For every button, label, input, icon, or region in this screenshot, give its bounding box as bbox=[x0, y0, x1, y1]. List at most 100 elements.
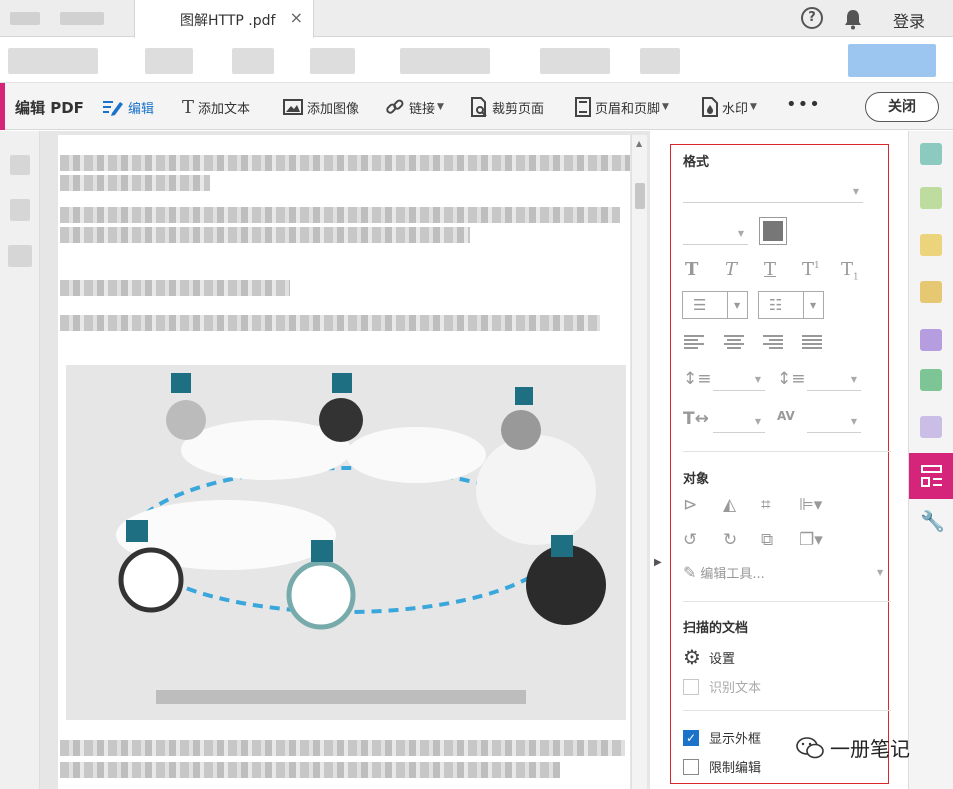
bold-icon[interactable]: T bbox=[685, 259, 698, 280]
add-image-button[interactable]: 添加图像 bbox=[283, 95, 359, 119]
italic-icon[interactable]: T bbox=[725, 259, 737, 280]
flip-vertical-icon[interactable]: ⊳ bbox=[683, 495, 697, 515]
flip-horizontal-icon[interactable]: ◭ bbox=[723, 495, 736, 515]
acrobat-window: 图解HTTP .pdf × ? 登录 编辑 PDF 编辑 T 添加文本 添加图像… bbox=[0, 0, 953, 789]
section-divider bbox=[683, 601, 891, 602]
scroll-up-icon[interactable]: ▲ bbox=[636, 139, 642, 148]
blurred-text-line bbox=[60, 155, 630, 171]
replace-image-icon[interactable]: ⧉ bbox=[761, 530, 773, 550]
superscript-icon[interactable]: T1 bbox=[802, 259, 820, 280]
blurred-nav-icon[interactable] bbox=[10, 155, 30, 175]
align-left-icon[interactable] bbox=[684, 335, 704, 349]
tab-home[interactable] bbox=[0, 0, 134, 37]
tab-document[interactable]: 图解HTTP .pdf × bbox=[134, 0, 314, 38]
blurred-text-line bbox=[60, 280, 290, 296]
rotate-right-icon[interactable]: ↻ bbox=[723, 530, 737, 550]
link-button[interactable]: 链接 ▼ bbox=[385, 95, 444, 119]
format-panel: 格式 ▼ ▼ T T T T1 T1 ☰ ▼ ☷ ▼ ↕≡ ▼ ↕≡ ▼ T↔ ▼ … bbox=[670, 144, 891, 784]
bell-icon[interactable] bbox=[843, 8, 863, 30]
collapse-right-pane-icon[interactable]: ▶ bbox=[654, 557, 662, 568]
show-bbox-label: 显示外框 bbox=[709, 732, 762, 747]
blurred-text-line bbox=[60, 207, 620, 223]
header-footer-button[interactable]: 页眉和页脚 ▼ bbox=[575, 95, 669, 119]
text-color-swatch[interactable] bbox=[759, 217, 787, 245]
chevron-down-icon: ▼ bbox=[737, 229, 744, 238]
align-center-icon[interactable] bbox=[724, 335, 744, 349]
blurred-nav-icon[interactable] bbox=[8, 245, 32, 267]
quick-tools-bar bbox=[0, 38, 953, 83]
vertical-scrollbar[interactable]: ▲ bbox=[631, 135, 647, 789]
character-spacing-dropdown[interactable]: ▼ bbox=[807, 411, 861, 433]
more-options-icon[interactable]: ••• bbox=[786, 94, 821, 115]
tool-icon-4[interactable] bbox=[920, 281, 942, 303]
crop-image-icon[interactable]: ⌗ bbox=[761, 495, 771, 515]
rotate-left-icon[interactable]: ↺ bbox=[683, 530, 697, 550]
login-button[interactable]: 登录 bbox=[893, 8, 925, 32]
add-text-button[interactable]: T 添加文本 bbox=[182, 95, 250, 119]
tool-icon-1[interactable] bbox=[920, 143, 942, 165]
blurred-tool[interactable] bbox=[640, 48, 680, 74]
blurred-tool[interactable] bbox=[540, 48, 610, 74]
add-image-label: 添加图像 bbox=[307, 101, 360, 117]
left-nav-rail bbox=[0, 131, 40, 789]
chevron-down-icon: ▼ bbox=[437, 102, 444, 112]
arrange-objects-icon[interactable]: ⊫▾ bbox=[799, 495, 822, 515]
object-section-title: 对象 bbox=[683, 472, 710, 487]
edit-pdf-tool-icon[interactable] bbox=[909, 453, 953, 499]
numbered-list-button[interactable]: ☷ ▼ bbox=[758, 291, 824, 319]
restrict-edit-checkbox[interactable] bbox=[683, 758, 699, 775]
tab-close-icon[interactable]: × bbox=[290, 8, 303, 27]
paragraph-spacing-icon: ↕≡ bbox=[777, 369, 806, 389]
add-image-icon bbox=[283, 99, 303, 115]
edit-tools-dropdown[interactable]: ✎ 编辑工具... bbox=[683, 563, 765, 582]
tool-icon-5[interactable] bbox=[920, 329, 942, 351]
pdf-figure bbox=[66, 365, 626, 720]
chevron-down-icon: ▼ bbox=[754, 417, 761, 426]
tool-icon-6[interactable] bbox=[920, 369, 942, 391]
scroll-thumb[interactable] bbox=[635, 183, 645, 209]
edit-tools-label: 编辑工具... bbox=[700, 567, 765, 582]
divider bbox=[803, 292, 804, 318]
bullet-list-button[interactable]: ☰ ▼ bbox=[682, 291, 748, 319]
show-bbox-checkbox[interactable]: ✓ bbox=[683, 729, 699, 746]
watermark-overlay: 一册笔记 bbox=[796, 733, 910, 762]
restrict-edit-label: 限制编辑 bbox=[709, 761, 762, 776]
blurred-tool[interactable] bbox=[145, 48, 193, 74]
subscript-icon[interactable]: T1 bbox=[841, 259, 859, 283]
edit-text-icon bbox=[103, 101, 123, 116]
font-size-dropdown[interactable]: ▼ bbox=[683, 223, 748, 245]
settings-button[interactable]: ⚙ 设置 bbox=[683, 645, 735, 669]
blurred-tool[interactable] bbox=[400, 48, 490, 74]
pencil-icon: ✎ bbox=[683, 563, 697, 582]
crop-page-button[interactable]: 裁剪页面 bbox=[470, 95, 544, 119]
font-family-dropdown[interactable]: ▼ bbox=[683, 181, 863, 203]
section-divider bbox=[683, 710, 891, 711]
align-justify-icon[interactable] bbox=[802, 335, 822, 349]
blurred-tool[interactable] bbox=[310, 48, 355, 74]
link-label: 链接 bbox=[409, 101, 436, 117]
horizontal-scale-dropdown[interactable]: ▼ bbox=[713, 411, 765, 433]
align-right-icon[interactable] bbox=[763, 335, 783, 349]
more-tools-icon[interactable]: 🔧 bbox=[920, 509, 945, 533]
line-spacing-dropdown[interactable]: ▼ bbox=[713, 369, 765, 391]
show-bbox-option[interactable]: ✓ 显示外框 bbox=[683, 728, 761, 747]
blurred-tool[interactable] bbox=[232, 48, 274, 74]
edit-label: 编辑 bbox=[128, 101, 155, 117]
edit-button[interactable]: 编辑 bbox=[102, 95, 154, 119]
restrict-edit-option[interactable]: 限制编辑 bbox=[683, 757, 761, 776]
help-icon[interactable]: ? bbox=[801, 7, 823, 29]
close-button[interactable]: 关闭 bbox=[865, 92, 939, 122]
layer-order-icon[interactable]: ❐▾ bbox=[799, 530, 823, 550]
tool-icon-2[interactable] bbox=[920, 187, 942, 209]
blurred-text-line bbox=[60, 175, 210, 191]
paragraph-spacing-dropdown[interactable]: ▼ bbox=[807, 369, 861, 391]
tool-icon-3[interactable] bbox=[920, 234, 942, 256]
chevron-down-icon: ▼ bbox=[877, 568, 884, 577]
blurred-share-button[interactable] bbox=[848, 44, 936, 77]
tool-icon-7[interactable] bbox=[920, 416, 942, 438]
blurred-tool[interactable] bbox=[8, 48, 98, 74]
watermark-text: 一册笔记 bbox=[830, 737, 910, 761]
watermark-button[interactable]: 水印 ▼ bbox=[702, 95, 757, 119]
underline-icon[interactable]: T bbox=[764, 259, 776, 280]
blurred-nav-icon[interactable] bbox=[10, 199, 30, 221]
